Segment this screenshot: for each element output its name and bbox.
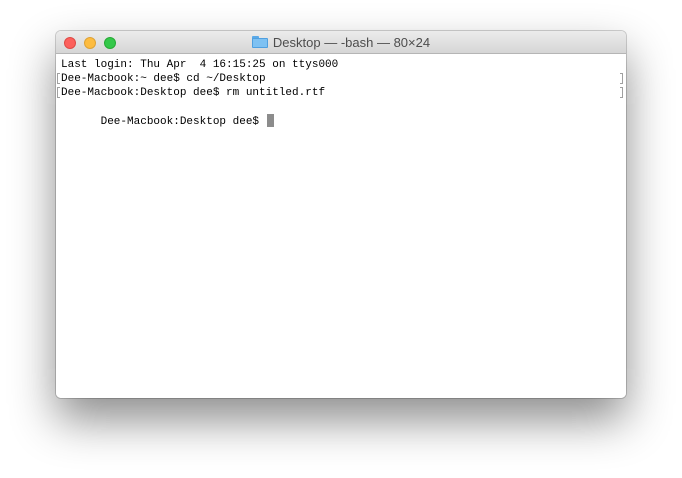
terminal-line-rm: Dee-Macbook:Desktop dee$ rm untitled.rtf xyxy=(61,87,326,99)
title-bar[interactable]: Desktop — -bash — 80×24 xyxy=(56,31,626,54)
command-mark-left xyxy=(57,73,60,84)
command-mark-right xyxy=(620,87,623,98)
terminal-prompt: Dee-Macbook:Desktop dee$ xyxy=(100,116,266,128)
terminal-line-login: Last login: Thu Apr 4 16:15:25 on ttys00… xyxy=(61,59,339,71)
folder-icon xyxy=(251,36,268,48)
terminal-prompt-line: Dee-Macbook:Desktop dee$ xyxy=(61,100,274,128)
window-title: Desktop — -bash — 80×24 xyxy=(272,34,431,50)
command-mark-left xyxy=(57,87,60,98)
terminal-content[interactable]: Last login: Thu Apr 4 16:15:25 on ttys00… xyxy=(56,54,626,398)
window-title-area: Desktop — -bash — 80×24 xyxy=(56,31,626,53)
terminal-window: Desktop — -bash — 80×24 Last login: Thu … xyxy=(56,31,626,398)
terminal-line-cd: Dee-Macbook:~ dee$ cd ~/Desktop xyxy=(61,73,266,85)
text-cursor xyxy=(266,114,274,127)
command-mark-right xyxy=(620,73,623,84)
